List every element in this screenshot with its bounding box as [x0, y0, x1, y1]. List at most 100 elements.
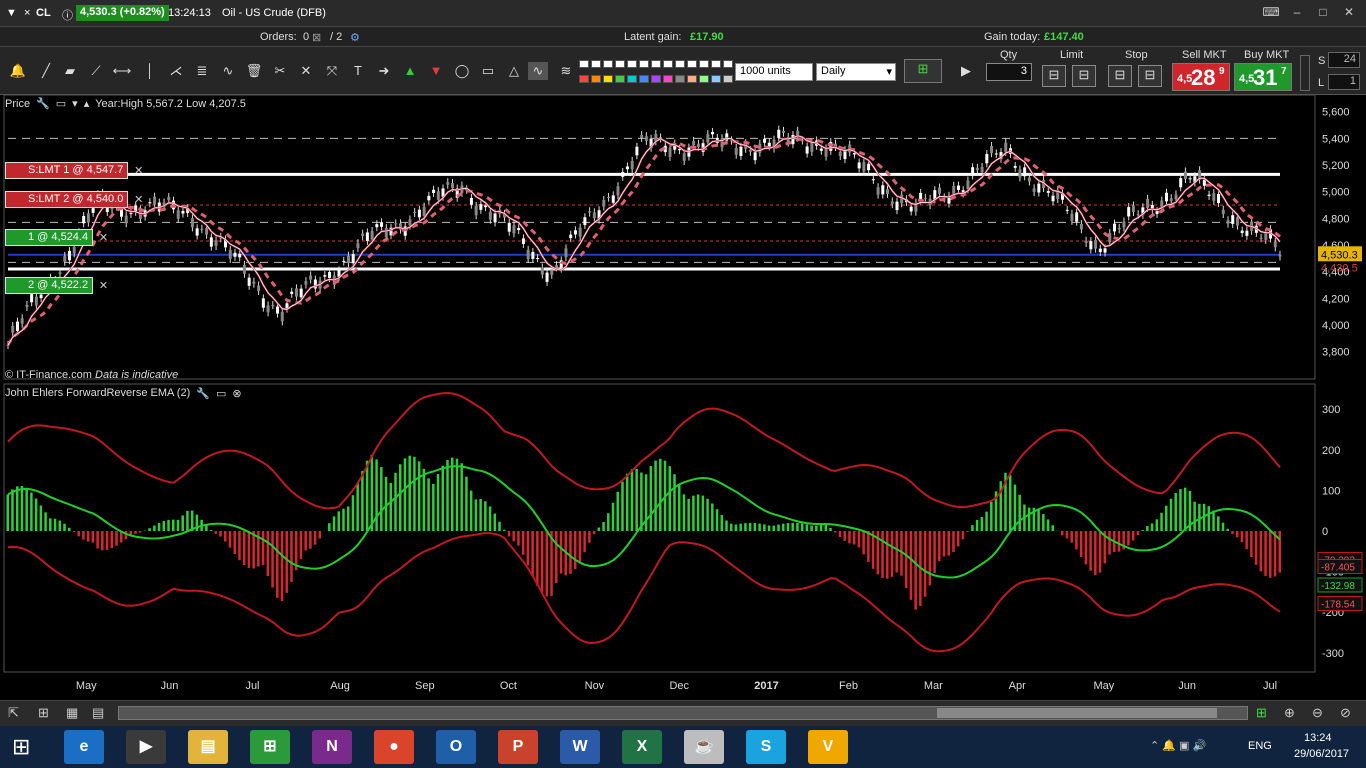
horizontal-scrollbar[interactable] [118, 706, 1248, 720]
reset-zoom-icon[interactable]: ⊘ [1340, 705, 1351, 721]
explorer-taskbar-icon[interactable]: ▤ [188, 730, 228, 764]
order-close-icon[interactable]: ✕ [99, 279, 108, 292]
grid-icon[interactable]: ▦ [66, 705, 78, 721]
ellipse-icon[interactable]: ◯ [452, 62, 472, 80]
skype-taskbar-icon[interactable]: S [746, 730, 786, 764]
panel-toggle-icon[interactable]: ▭ [216, 387, 226, 400]
tools-icon[interactable]: ✂ [270, 62, 290, 80]
zoom-out-icon[interactable]: ⊖ [1312, 705, 1323, 721]
fullscreen-icon[interactable]: ⊞ [38, 705, 49, 721]
wrench-icon[interactable]: 🔧 [36, 97, 50, 110]
indicator-value-label: -178.54 [1321, 599, 1355, 610]
histogram-bar [796, 523, 799, 531]
order-close-icon[interactable]: ✕ [134, 193, 143, 206]
gear-icon[interactable]: ⚙ [350, 31, 360, 44]
indicator-icon[interactable]: ∿ [528, 62, 548, 80]
vlc-taskbar-icon[interactable]: V [808, 730, 848, 764]
info-icon[interactable]: ⓘ [62, 7, 73, 23]
arrow-up-icon[interactable]: ▲ [400, 62, 420, 80]
stop-sell-icon[interactable]: ⊟ [1138, 65, 1162, 87]
crosshair-icon[interactable]: ✕ [296, 62, 316, 80]
minimize-button[interactable]: – [1286, 4, 1308, 20]
zoom-in-icon[interactable]: ⊕ [1284, 705, 1295, 721]
onenote-taskbar-icon[interactable]: N [312, 730, 352, 764]
excel-taskbar-icon[interactable]: X [622, 730, 662, 764]
rectangle-icon[interactable]: ▭ [478, 62, 498, 80]
vline-icon[interactable]: │ [140, 62, 160, 80]
candle-body [1098, 248, 1102, 253]
outlook-taskbar-icon[interactable]: O [436, 730, 476, 764]
buy-market-button[interactable]: 4,5 31 7 [1234, 63, 1292, 91]
layers-icon[interactable]: ▤ [92, 705, 104, 721]
drawing-toolbar: 🔔 ╱ ▰ ⟋ ⟷ │ ⋌ ≣ ∿ 🗑 ✂ ✕ ⤧ T ➜ ▲ ▼ ◯ ▭ △ … [0, 47, 1366, 95]
chart-type-icon[interactable]: ⊞ [904, 59, 942, 83]
sell-price-big: 28 [1191, 65, 1216, 90]
orders-clear-icon[interactable]: ⊠ [312, 31, 321, 44]
start-windows-icon[interactable]: ⊞ [12, 734, 30, 760]
powerpoint-taskbar-icon[interactable]: P [498, 730, 538, 764]
zoom-icon[interactable]: ⤧ [322, 62, 342, 80]
panel-toggle-icon[interactable]: ▭ [56, 97, 66, 110]
limit-sell-icon[interactable]: ⊟ [1072, 65, 1096, 87]
candle-body [994, 153, 998, 155]
pin-icon[interactable]: ⇱ [8, 705, 19, 721]
latent-gain-label: Latent gain: [624, 31, 682, 43]
expand-icon[interactable]: ▴ [84, 97, 90, 110]
arrow-down-icon[interactable]: ▼ [426, 62, 446, 80]
trendline-icon[interactable]: ⟋ [86, 62, 106, 80]
language-indicator[interactable]: ENG [1248, 740, 1272, 752]
close-button[interactable]: ✕ [1338, 4, 1360, 20]
order-tag[interactable]: S:LMT 1 @ 4,547.7 ✕ [5, 162, 143, 179]
candle-body [810, 142, 814, 152]
histogram-bar [739, 523, 742, 531]
java-taskbar-icon[interactable]: ☕ [684, 730, 724, 764]
ie-taskbar-icon[interactable]: e [64, 730, 104, 764]
histogram-bar [299, 531, 303, 559]
arrow-right-icon[interactable]: ➜ [374, 62, 394, 80]
hline-icon[interactable]: ⟷ [112, 62, 132, 80]
alert-bell-icon[interactable]: 🔔 [8, 62, 28, 80]
order-tag[interactable]: 2 @ 4,522.2 ✕ [5, 277, 108, 294]
fib-icon[interactable]: ≣ [192, 62, 212, 80]
order-close-icon[interactable]: ✕ [134, 164, 143, 177]
clock-date[interactable]: 29/06/2017 [1294, 748, 1349, 760]
units-select[interactable]: 1000 units [735, 63, 813, 81]
order-tag[interactable]: 1 @ 4,524.4 ✕ [5, 229, 108, 246]
text-tool-icon[interactable]: T [348, 62, 368, 80]
wave-icon[interactable]: ∿ [218, 62, 238, 80]
order-tag[interactable]: S:LMT 2 @ 4,540.0 ✕ [5, 191, 143, 208]
close-icon[interactable]: ⊗ [232, 387, 241, 400]
word-taskbar-icon[interactable]: W [560, 730, 600, 764]
app-menu-icon[interactable]: ▼ [6, 7, 17, 19]
sell-market-button[interactable]: 4,5 28 9 [1172, 63, 1230, 91]
wrench-icon[interactable]: 🔧 [196, 387, 210, 400]
ruler-icon[interactable]: ▰ [60, 62, 80, 80]
store-taskbar-icon[interactable]: ⊞ [250, 730, 290, 764]
close-x-icon[interactable]: × [24, 7, 30, 19]
histogram-bar [365, 460, 369, 531]
tray-icons[interactable]: ⌃ 🔔 ▣ 🔊 [1150, 739, 1206, 752]
chrome-taskbar-icon[interactable]: ● [374, 730, 414, 764]
order-close-icon[interactable]: ✕ [99, 231, 108, 244]
scroll-thumb[interactable] [937, 708, 1217, 718]
collapse-icon[interactable]: ▾ [72, 97, 78, 110]
maximize-button[interactable]: □ [1312, 4, 1334, 20]
qty-input[interactable]: 3 [986, 63, 1032, 81]
keyboard-icon[interactable]: ⌨ [1260, 4, 1282, 20]
zoom-fit-icon[interactable]: ⊞ [1256, 705, 1267, 721]
line-tool-icon[interactable]: ╱ [36, 62, 56, 80]
trash-icon[interactable]: 🗑 [244, 62, 264, 80]
fan-icon[interactable]: ⋌ [166, 62, 186, 80]
triangle-icon[interactable]: △ [504, 62, 524, 80]
stop-buy-icon[interactable]: ⊟ [1108, 65, 1132, 87]
clock-time[interactable]: 13:24 [1304, 732, 1332, 744]
compare-icon[interactable]: ≋ [556, 62, 576, 80]
candle-body [1089, 241, 1093, 250]
media-taskbar-icon[interactable]: ▶ [126, 730, 166, 764]
candle-body [365, 232, 369, 241]
limit-buy-icon[interactable]: ⊟ [1042, 65, 1066, 87]
timeframe-select[interactable]: Daily ▾ [816, 63, 896, 81]
play-icon[interactable]: ▶ [956, 62, 976, 80]
color-palette[interactable] [579, 60, 733, 88]
chart-area[interactable]: 5,600 5,400 5,200 5,000 4,800 4,600 4,400 4,200… [0, 94, 1366, 700]
